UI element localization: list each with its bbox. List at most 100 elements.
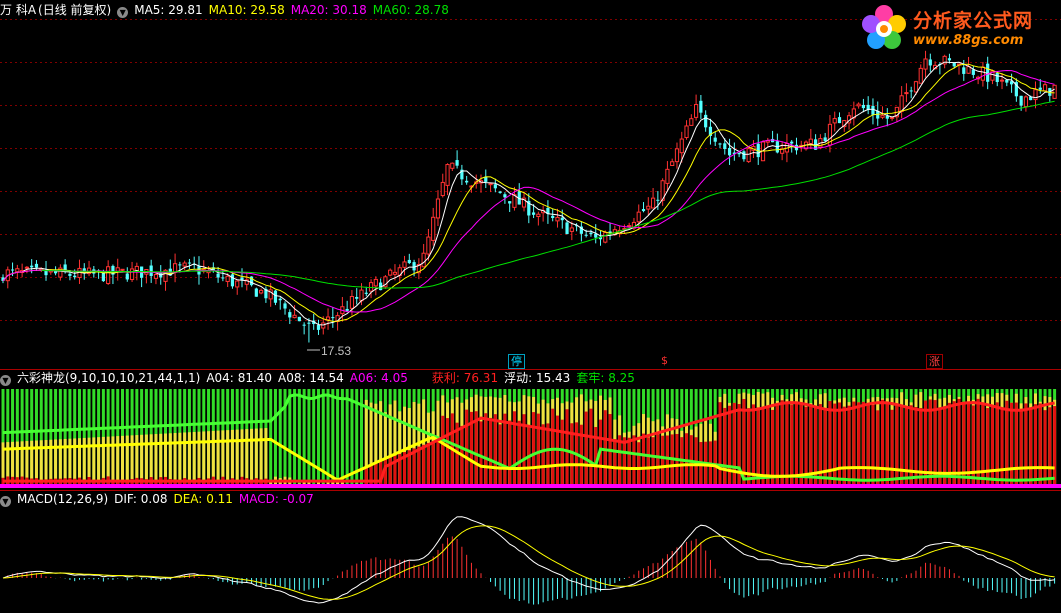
candle-down (551, 215, 555, 219)
candle-down (947, 58, 952, 61)
lcsl-red-bar (603, 410, 607, 486)
candle-up (321, 322, 326, 329)
lcsl-yellow-bar (192, 431, 196, 486)
candle-down (10, 269, 15, 271)
chart-period: (日线 前复权) (38, 3, 112, 17)
lcsl-red-bar (1029, 408, 1033, 486)
dropdown-icon[interactable]: ▼ (0, 496, 11, 507)
profit-label: 获利: (431, 371, 460, 385)
lcsl-red-bar (431, 441, 435, 486)
candle-up (435, 198, 441, 219)
candle-up (670, 161, 675, 167)
indicator-name[interactable]: 六彩神龙(9,10,10,10,21,44,1,1) (17, 371, 200, 385)
lcsl-red-bar (838, 402, 841, 486)
lcsl-red-bar (632, 435, 636, 486)
candle-down (503, 194, 507, 198)
stock-name[interactable]: 万 科A (0, 3, 36, 17)
candle-up (359, 289, 364, 302)
candle-up (373, 278, 378, 287)
candle-up (832, 118, 837, 124)
lcsl-green-bar (302, 389, 306, 486)
lcsl-red-bar (498, 424, 502, 486)
a08-value: 14.54 (309, 371, 344, 385)
chart-canvas[interactable]: 17.53 (0, 0, 1061, 613)
candle-down (928, 59, 932, 66)
candle-up (636, 211, 641, 223)
candle-down (254, 288, 258, 297)
lcsl-red-bar (364, 466, 368, 486)
candle-up (182, 262, 187, 267)
candle-up (880, 114, 885, 118)
lcsl-yellow-bar (183, 432, 187, 486)
lcsl-green-bar (278, 389, 282, 486)
lcsl-green-bar (307, 389, 311, 486)
ma60-readout: MA60: 28.78 (373, 3, 449, 17)
dropdown-icon[interactable]: ▼ (117, 7, 129, 18)
marker-halt[interactable]: 停 (508, 354, 525, 369)
lcsl-green-bar (316, 389, 320, 486)
site-logo[interactable]: 分析家公式网 www.88gs.com (858, 2, 1053, 54)
lcsl-red-bar (1019, 408, 1023, 486)
lcsl-green-bar (336, 389, 340, 486)
candle-down (307, 322, 311, 324)
candle-down (44, 270, 48, 276)
candle-down (493, 184, 497, 189)
candle-down (498, 191, 502, 193)
trapped-label: 套牢: (576, 371, 605, 385)
candle-up (402, 261, 407, 268)
candle-up (694, 104, 699, 118)
a06-value: 4.05 (381, 371, 408, 385)
candle-up (1023, 96, 1029, 108)
candle-up (679, 138, 684, 154)
candle-down (288, 312, 292, 318)
candle-down (723, 143, 727, 150)
marker-dividend[interactable]: $ (659, 354, 670, 367)
candle-up (856, 103, 861, 107)
marker-limit-up[interactable]: 涨 (926, 354, 943, 369)
candle-up (966, 66, 971, 74)
lcsl-red-bar (728, 405, 732, 486)
candle-down (699, 100, 703, 113)
candle-up (536, 213, 541, 218)
candle-down (790, 141, 794, 144)
candle-down (565, 222, 569, 235)
macd-name[interactable]: MACD(12,26,9) (17, 492, 108, 506)
lcsl-red-bar (900, 405, 904, 486)
lcsl-red-bar (871, 404, 875, 486)
candle-down (216, 273, 220, 278)
candle-down (355, 296, 359, 299)
lcsl-green-bar (326, 389, 330, 486)
lcsl-red-bar (1014, 402, 1018, 486)
lcsl-red-bar (1053, 406, 1057, 486)
candle-up (980, 66, 985, 81)
lcsl-red-bar (1000, 407, 1004, 486)
macd-readout: MACD: -0.07 (239, 492, 314, 506)
lcsl-red-bar (909, 405, 913, 486)
lcsl-red-bar (517, 420, 521, 486)
lcsl-red-bar (656, 434, 660, 486)
lcsl-red-bar (484, 413, 488, 486)
macd-label: MACD: (238, 492, 279, 506)
candle-up (1042, 84, 1048, 92)
dropdown-icon[interactable]: ▼ (0, 375, 11, 386)
candle-down (1019, 95, 1023, 106)
lcsl-yellow-bar (230, 429, 234, 486)
candle-down (331, 317, 335, 319)
lcsl-green-bar (340, 389, 344, 486)
candle-down (149, 265, 153, 277)
ma10-label: MA10: (208, 3, 247, 17)
candle-up (129, 268, 135, 281)
lcsl-red-bar (1048, 407, 1052, 486)
candle-down (641, 209, 646, 212)
dea-readout: DEA: 0.11 (173, 492, 232, 506)
lcsl-red-bar (369, 464, 373, 486)
candle-down (742, 151, 746, 160)
ma10-readout: MA10: 29.58 (209, 3, 285, 17)
lcsl-yellow-bar (216, 430, 220, 486)
macd-indicator (2, 516, 1056, 605)
candle-down (187, 262, 192, 264)
candle-down (1005, 79, 1009, 83)
candle-down (584, 234, 588, 236)
profit-readout: 获利: 76.31 (432, 371, 498, 385)
candle-down (837, 117, 842, 124)
